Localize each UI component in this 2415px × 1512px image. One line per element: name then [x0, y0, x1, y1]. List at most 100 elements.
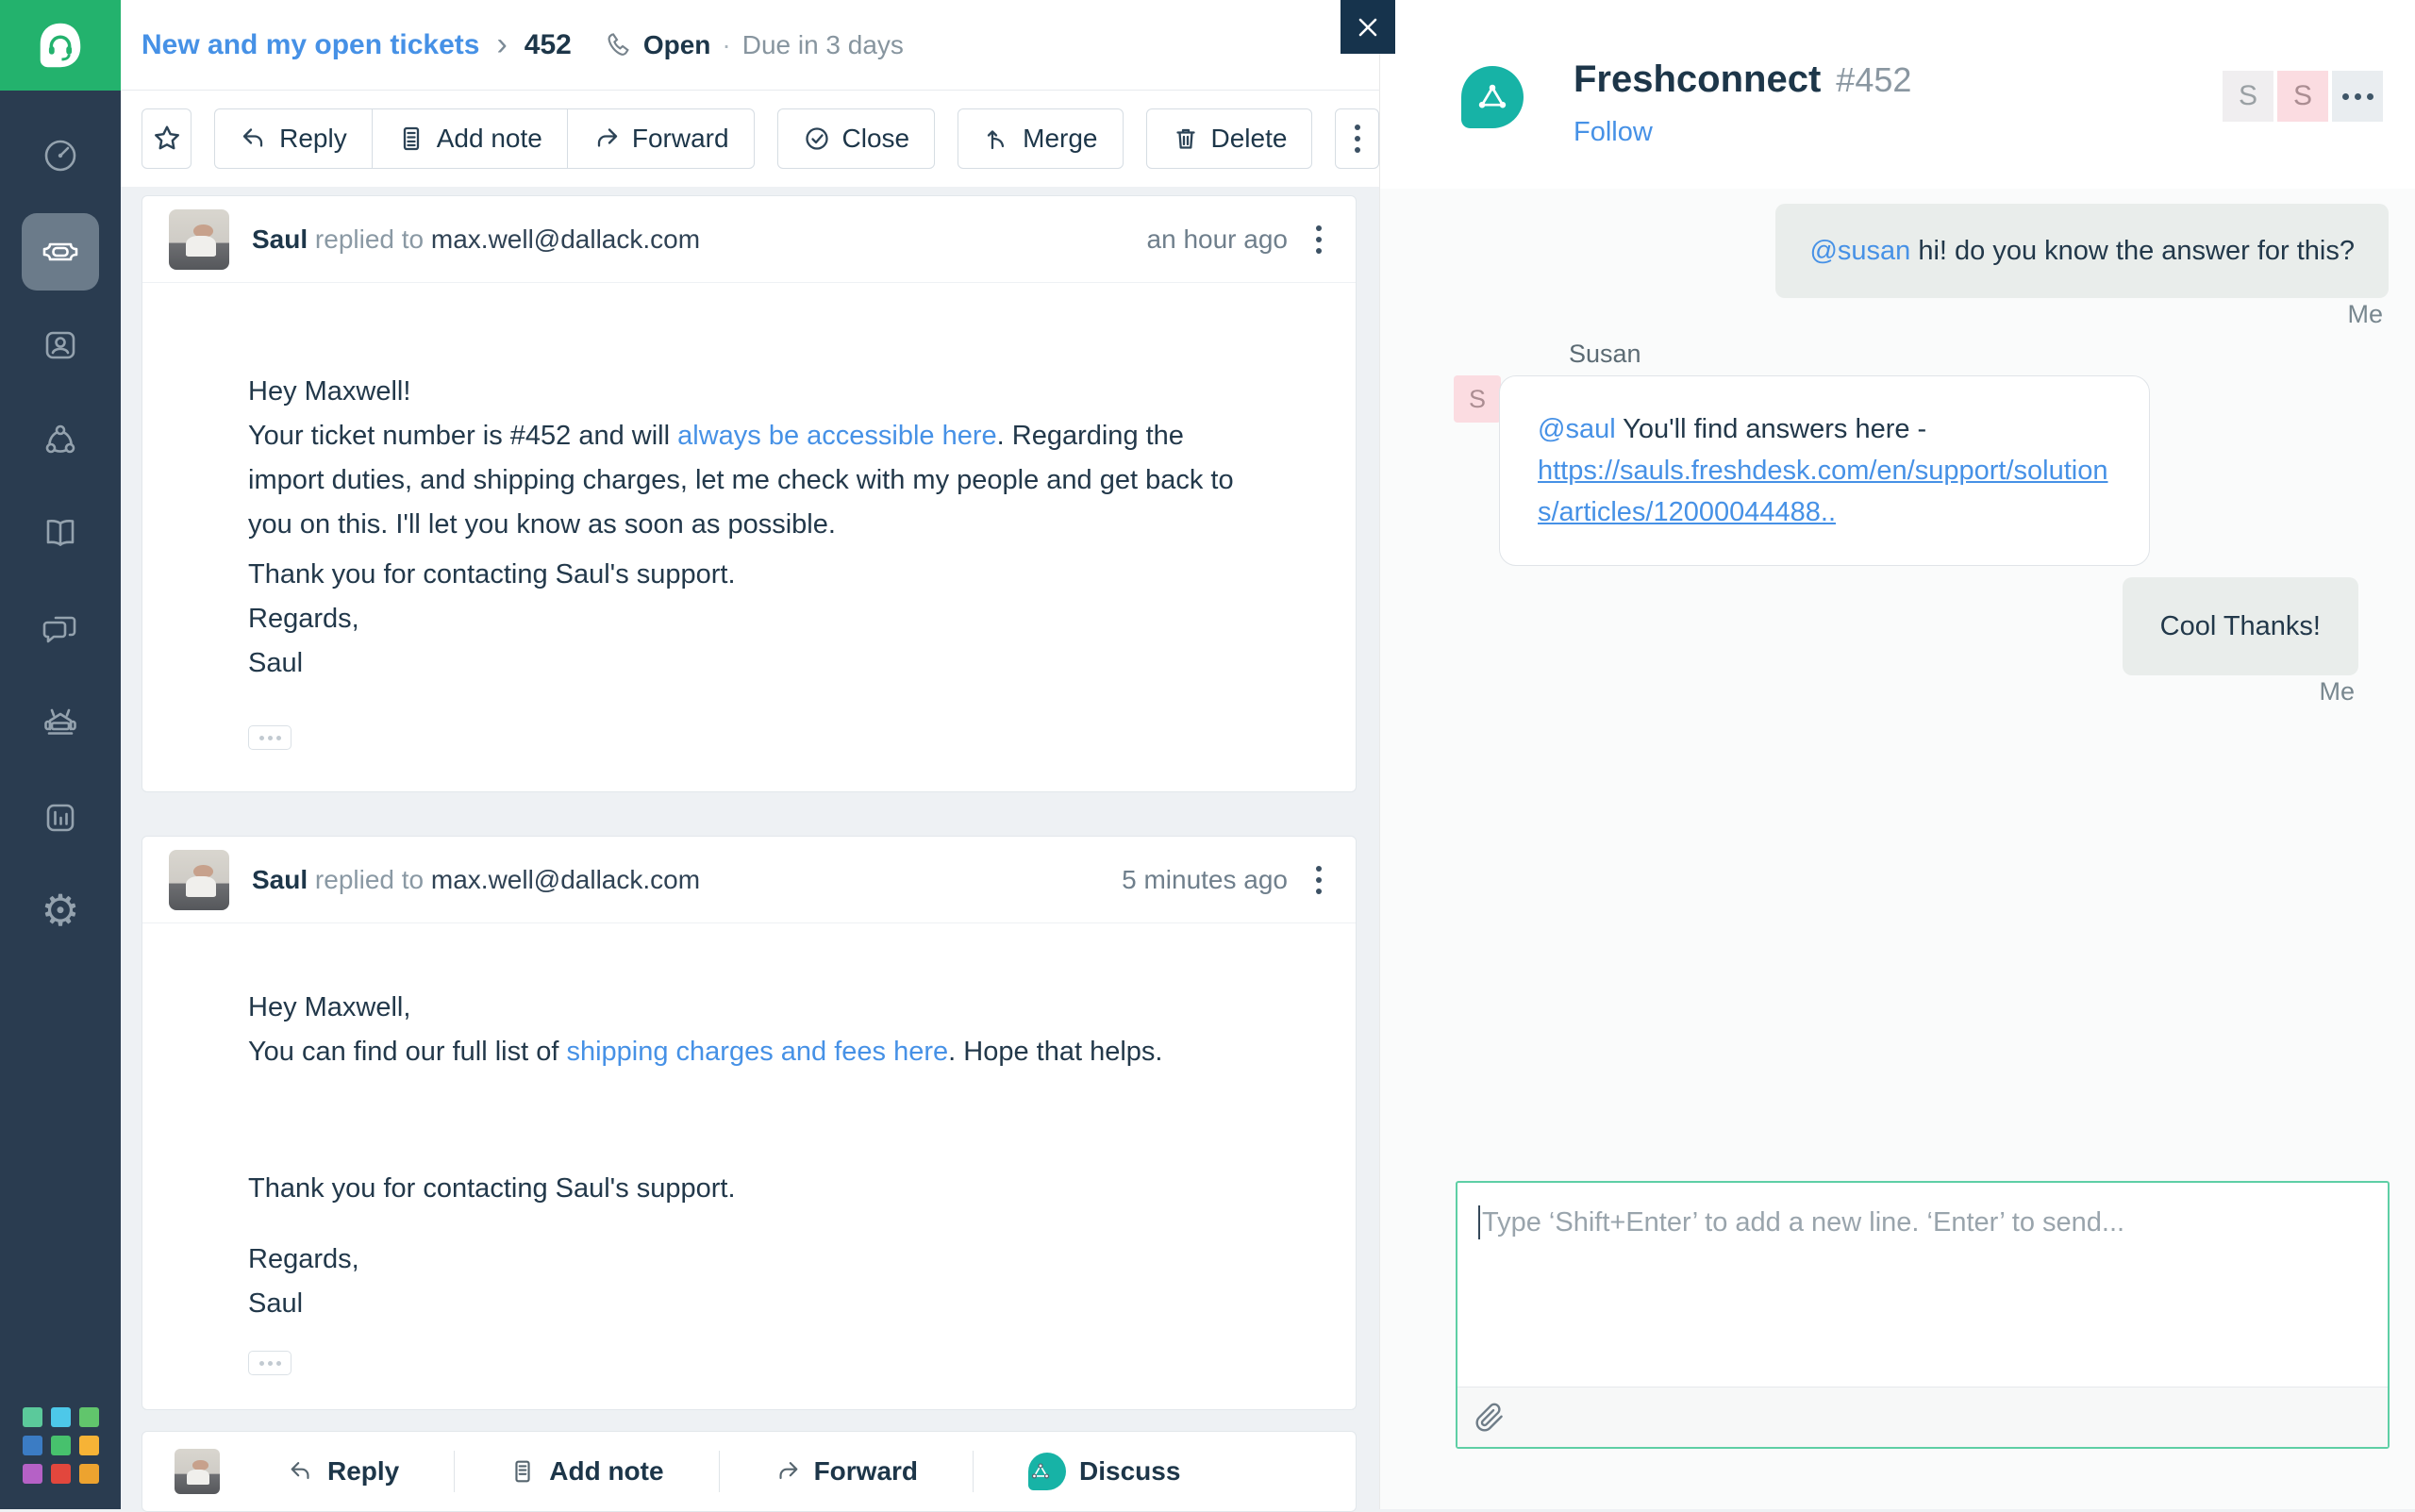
chat-input-placeholder: Type ‘Shift+Enter’ to add a new line. ‘E… [1457, 1183, 2388, 1262]
body-paragraph: You can find our full list of shipping c… [248, 1030, 1250, 1074]
freshconnect-logo [1461, 66, 1524, 128]
footer-reply-label: Reply [327, 1456, 399, 1487]
avatar [175, 1449, 220, 1494]
mention[interactable]: @saul [1538, 414, 1616, 444]
author-action: replied to [315, 865, 424, 894]
star-icon [152, 124, 182, 154]
chat-message-susan: @saul You'll find answers here - https:/… [1499, 375, 2150, 566]
sidebar-item-tickets[interactable] [0, 210, 121, 293]
kebab-icon [1355, 125, 1360, 153]
sender-name: Susan [1569, 340, 1641, 369]
author-name: Saul [252, 865, 308, 894]
freshdesk-logo-icon [33, 18, 88, 73]
body-paragraph: Your ticket number is #452 and will alwa… [248, 414, 1250, 547]
add-note-label: Add note [437, 124, 542, 154]
ticket-status: Open [643, 30, 711, 60]
panel-title-text: Freshconnect [1574, 58, 1821, 100]
panel-ticket-ref: #452 [1836, 60, 1911, 99]
contacts-icon [40, 324, 81, 366]
message-header: Saul replied to max.well@dallack.com 5 m… [142, 837, 1356, 923]
conversation-message: Saul replied to max.well@dallack.com an … [142, 195, 1357, 792]
chat-text: hi! do you know the answer for this? [1910, 236, 2355, 266]
body-line: Thank you for contacting Saul's support. [248, 553, 1250, 597]
participants: S S [2223, 71, 2383, 122]
message-body: Hey Maxwell! Your ticket number is #452 … [142, 283, 1356, 791]
forward-icon [774, 1458, 801, 1485]
body-text: . Hope that helps. [948, 1037, 1162, 1067]
participant-avatar: S [1454, 375, 1501, 423]
check-circle-icon [803, 125, 831, 153]
author-name: Saul [252, 224, 308, 254]
sidebar-item-bots[interactable] [0, 680, 121, 763]
chat-link[interactable]: https://sauls.freshdesk.com/en/support/s… [1538, 456, 2107, 527]
footer-discuss-button[interactable]: Discuss [974, 1453, 1235, 1490]
forward-button[interactable]: Forward [567, 108, 755, 169]
recipient-email: max.well@dallack.com [431, 865, 700, 894]
panel-more-button[interactable] [2332, 71, 2383, 122]
message-menu-button[interactable] [1316, 866, 1322, 894]
gear-icon: ⚙ [41, 889, 79, 932]
message-author-line: Saul replied to max.well@dallack.com [252, 865, 700, 895]
sidebar-item-analytics[interactable] [0, 776, 121, 859]
close-panel-button[interactable] [1341, 0, 1395, 54]
sender-label: Me [2347, 300, 2383, 329]
participant-avatar[interactable]: S [2223, 71, 2273, 122]
sidebar-item-dashboard[interactable] [0, 114, 121, 197]
follow-link[interactable]: Follow [1574, 117, 1653, 148]
ticket-toolbar: Reply Add note Forward [121, 91, 1379, 187]
footer-forward-button[interactable]: Forward [720, 1456, 973, 1487]
freshconnect-icon [1028, 1453, 1066, 1490]
sidebar: ⚙ [0, 0, 121, 1509]
trash-icon [1172, 125, 1200, 153]
add-note-button[interactable]: Add note [372, 108, 567, 169]
delete-button[interactable]: Delete [1146, 108, 1313, 169]
close-ticket-button[interactable]: Close [777, 108, 936, 169]
bot-icon [40, 701, 81, 742]
footer-add-note-button[interactable]: Add note [455, 1456, 718, 1487]
chat-message-me: @susan hi! do you know the answer for th… [1775, 204, 2389, 298]
body-text: Your ticket number is #452 and will [248, 421, 677, 451]
sidebar-item-admin[interactable]: ⚙ [0, 869, 121, 952]
show-quoted-text-button[interactable] [248, 725, 291, 750]
chat-text: Cool Thanks! [2160, 611, 2321, 641]
mention[interactable]: @susan [1809, 236, 1910, 266]
avatar [169, 850, 229, 910]
show-quoted-text-button[interactable] [248, 1351, 291, 1375]
active-item-highlight [22, 213, 99, 291]
freshconnect-header: Freshconnect #452 Follow S S [1380, 0, 2415, 189]
text-caret [1478, 1205, 1480, 1239]
note-icon [397, 125, 425, 153]
inline-link[interactable]: shipping charges and fees here [566, 1037, 948, 1067]
chat-input[interactable]: Type ‘Shift+Enter’ to add a new line. ‘E… [1456, 1181, 2390, 1449]
freshdesk-logo[interactable] [0, 0, 121, 91]
body-line: Saul [248, 1282, 1250, 1326]
app-switcher[interactable] [0, 1407, 121, 1484]
chat-bubbles-icon [40, 606, 81, 648]
inline-link[interactable]: always be accessible here [677, 421, 997, 451]
close-icon [1354, 13, 1382, 42]
participant-avatar[interactable]: S [2277, 71, 2328, 122]
close-label: Close [842, 124, 910, 154]
conversation-message: Saul replied to max.well@dallack.com 5 m… [142, 836, 1357, 1410]
merge-button[interactable]: Merge [958, 108, 1123, 169]
ticket-icon [39, 230, 82, 274]
due-date: Due in 3 days [742, 30, 904, 60]
body-line: Regards, [248, 1238, 1250, 1282]
breadcrumb-parent-link[interactable]: New and my open tickets [142, 29, 479, 61]
ticket-header: New and my open tickets › 452 Open · Due… [121, 0, 1379, 91]
reply-button[interactable]: Reply [214, 108, 372, 169]
sidebar-item-social[interactable] [0, 398, 121, 481]
message-menu-button[interactable] [1316, 225, 1322, 254]
sidebar-item-forums[interactable] [0, 586, 121, 669]
sidebar-item-solutions[interactable] [0, 491, 121, 574]
attachment-icon[interactable] [1474, 1403, 1505, 1433]
body-text: You can find our full list of [248, 1037, 566, 1067]
footer-forward-label: Forward [814, 1456, 918, 1487]
breadcrumb-ticket-id: 452 [525, 29, 572, 61]
sidebar-item-contacts[interactable] [0, 304, 121, 387]
star-button[interactable] [142, 108, 192, 169]
footer-reply-button[interactable]: Reply [233, 1456, 454, 1487]
more-actions-button[interactable] [1335, 108, 1379, 169]
body-line: Hey Maxwell, [248, 986, 1250, 1030]
apps-grid-icon [23, 1407, 99, 1484]
